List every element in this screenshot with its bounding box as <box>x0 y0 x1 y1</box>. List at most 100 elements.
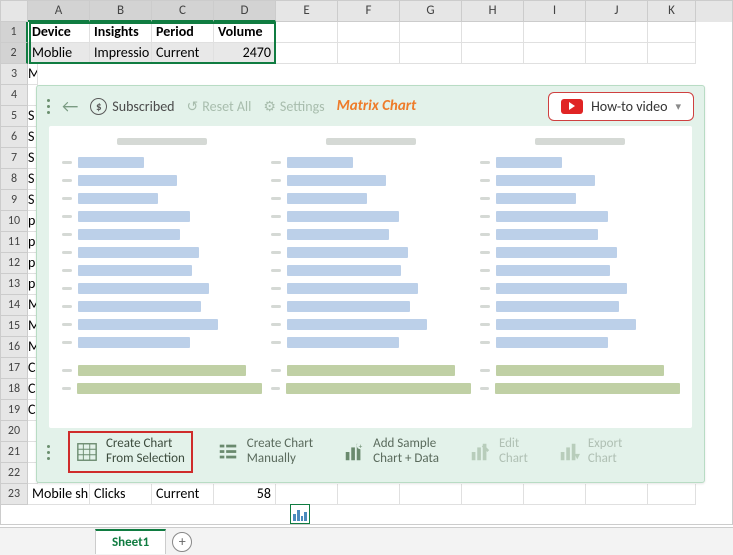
cell-B23[interactable]: Clicks <box>90 484 152 505</box>
cell-E23[interactable] <box>276 484 338 505</box>
cell-H1[interactable] <box>462 22 524 43</box>
col-E[interactable]: E <box>276 1 338 22</box>
cell-H23[interactable] <box>462 484 524 505</box>
cell-C1[interactable]: Period <box>152 22 214 43</box>
chevron-down-icon: ▾ <box>675 100 681 113</box>
cell-E1[interactable] <box>276 22 338 43</box>
chart-preview-area <box>49 126 692 428</box>
cell-H2[interactable] <box>462 43 524 64</box>
rownum-19[interactable]: 19 <box>1 400 28 421</box>
rownum-12[interactable]: 12 <box>1 253 28 274</box>
rownum-8[interactable]: 8 <box>1 169 28 190</box>
cell-C23[interactable]: Current <box>152 484 214 505</box>
new-sheet-button[interactable]: + <box>172 532 192 552</box>
cell-I1[interactable] <box>524 22 586 43</box>
cell-D23[interactable]: 58 <box>214 484 276 505</box>
col-G[interactable]: G <box>400 1 462 22</box>
rownum-10[interactable]: 10 <box>1 211 28 232</box>
cell-A3[interactable]: M <box>28 64 38 85</box>
cell-J1[interactable] <box>586 22 648 43</box>
col-K[interactable]: K <box>648 1 696 22</box>
rownum-13[interactable]: 13 <box>1 274 28 295</box>
create-chart-from-selection-button[interactable]: Create Chart From Selection <box>68 431 193 473</box>
tick-icon <box>62 251 72 254</box>
rownum-5[interactable]: 5 <box>1 106 28 127</box>
cell-K23[interactable] <box>648 484 696 505</box>
rownum-22[interactable]: 22 <box>1 463 28 484</box>
rownum-15[interactable]: 15 <box>1 316 28 337</box>
rownum-18[interactable]: 18 <box>1 379 28 400</box>
rownum-3[interactable]: 3 <box>1 64 28 85</box>
col-B[interactable]: B <box>90 1 152 22</box>
cell-D1[interactable]: Volume <box>214 22 276 43</box>
rownum-4[interactable]: 4 <box>1 85 28 106</box>
bar-row <box>62 363 262 377</box>
select-all-corner[interactable] <box>1 1 28 22</box>
cell-I23[interactable] <box>524 484 586 505</box>
drag-handle-icon[interactable] <box>47 99 50 114</box>
tick-icon <box>62 233 72 236</box>
col-D[interactable]: D <box>214 1 276 22</box>
tick-icon <box>62 197 72 200</box>
cell-D2[interactable]: 2470 <box>214 43 276 64</box>
rownum-23[interactable]: 23 <box>1 484 28 505</box>
col-A[interactable]: A <box>28 1 90 22</box>
quick-analysis-icon[interactable] <box>290 504 310 524</box>
tick-icon <box>480 161 490 164</box>
rownum-14[interactable]: 14 <box>1 295 28 316</box>
cell-J2[interactable] <box>586 43 648 64</box>
bar <box>496 193 577 204</box>
cell-B2[interactable]: Impressio <box>90 43 152 64</box>
rownum-16[interactable]: 16 <box>1 337 28 358</box>
reset-all-button[interactable]: ↺ Reset All <box>187 98 252 115</box>
cell-A2[interactable]: Moblie <box>28 43 90 64</box>
rownum-6[interactable]: 6 <box>1 127 28 148</box>
rownum-9[interactable]: 9 <box>1 190 28 211</box>
rownum-7[interactable]: 7 <box>1 148 28 169</box>
howto-video-button[interactable]: How-to video ▾ <box>548 92 694 121</box>
col-J[interactable]: J <box>586 1 648 22</box>
tick-icon <box>62 287 72 290</box>
bar-row <box>480 263 680 277</box>
subscribed-status[interactable]: $ Subscribed <box>90 98 174 115</box>
sheet-tab-1[interactable]: Sheet1 <box>95 529 166 554</box>
col-H[interactable]: H <box>462 1 524 22</box>
rownum-2[interactable]: 2 <box>1 43 28 64</box>
cell-K1[interactable] <box>648 22 696 43</box>
rownum-1[interactable]: 1 <box>1 22 28 43</box>
sheet-tab-bar: Sheet1 + <box>0 527 733 555</box>
tick-icon <box>62 341 72 344</box>
cell-G2[interactable] <box>400 43 462 64</box>
col-C[interactable]: C <box>152 1 214 22</box>
rownum-20[interactable]: 20 <box>1 421 28 442</box>
cell-A23[interactable]: Mobile sh <box>28 484 90 505</box>
cell-C2[interactable]: Current <box>152 43 214 64</box>
create-sel-l2: From Selection <box>106 452 185 467</box>
bar <box>496 283 627 294</box>
settings-button[interactable]: ⚙ Settings <box>263 98 324 115</box>
rownum-11[interactable]: 11 <box>1 232 28 253</box>
add-sample-button[interactable]: + Add Sample Chart + Data <box>337 433 445 471</box>
rownum-17[interactable]: 17 <box>1 358 28 379</box>
cell-G23[interactable] <box>400 484 462 505</box>
cell-G1[interactable] <box>400 22 462 43</box>
cell-J23[interactable] <box>586 484 648 505</box>
cell-B1[interactable]: Insights <box>90 22 152 43</box>
bar <box>496 247 618 258</box>
bar <box>78 247 200 258</box>
cell-I2[interactable] <box>524 43 586 64</box>
cell-F2[interactable] <box>338 43 400 64</box>
create-chart-manually-button[interactable]: Create Chart Manually <box>211 433 319 471</box>
back-arrow-icon[interactable]: ← <box>62 95 78 117</box>
cell-A1[interactable]: Device <box>28 22 90 43</box>
drag-handle-icon[interactable] <box>47 445 50 460</box>
bar-row <box>271 335 471 349</box>
rownum-21[interactable]: 21 <box>1 442 28 463</box>
cell-F1[interactable] <box>338 22 400 43</box>
col-F[interactable]: F <box>338 1 400 22</box>
cell-E2[interactable] <box>276 43 338 64</box>
cell-F23[interactable] <box>338 484 400 505</box>
col-I[interactable]: I <box>524 1 586 22</box>
reset-label: Reset All <box>202 98 251 115</box>
cell-K2[interactable] <box>648 43 696 64</box>
